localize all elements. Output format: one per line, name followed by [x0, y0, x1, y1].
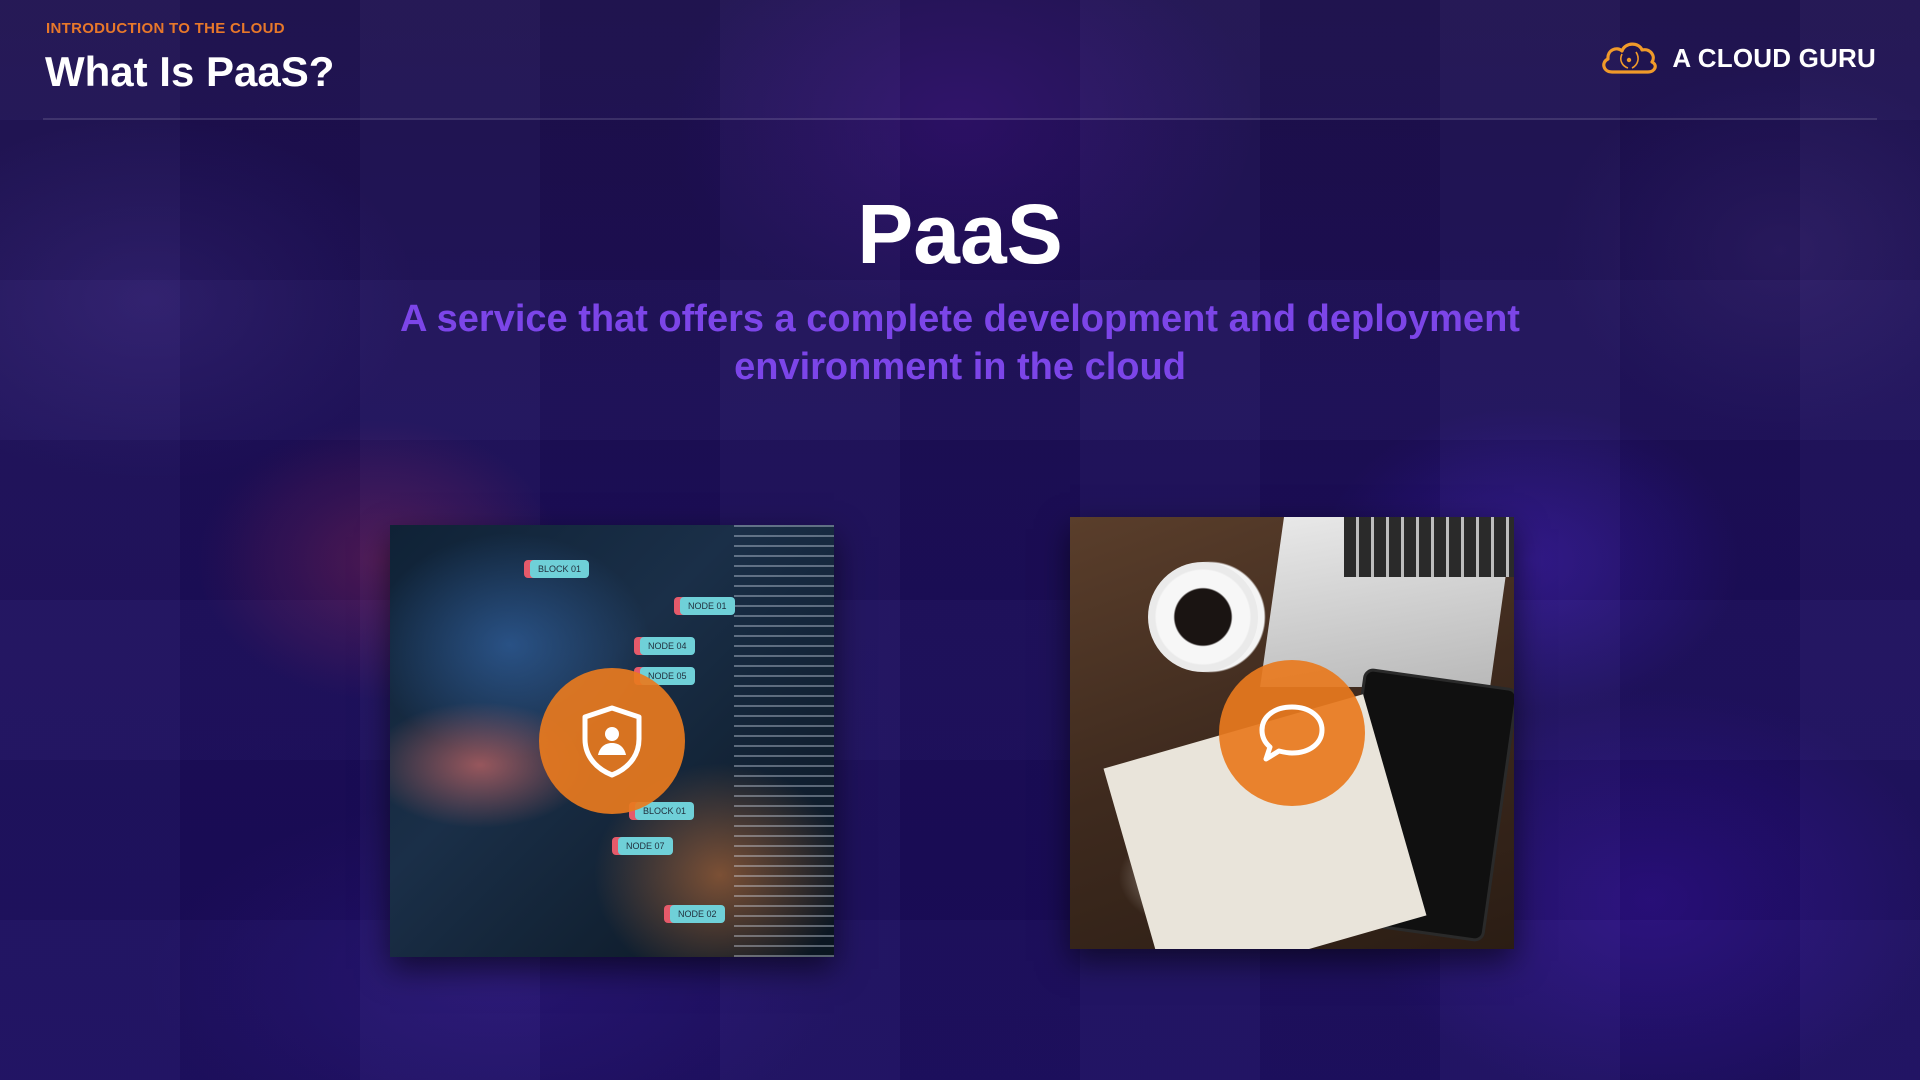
section-label: INTRODUCTION TO THE CLOUD [46, 20, 285, 37]
node-tag: NODE 04 [640, 637, 695, 655]
chat-bubble-icon [1259, 704, 1325, 762]
brand-name: A CLOUD GURU [1672, 42, 1876, 73]
coffee-cup-graphic [1148, 562, 1258, 672]
header-divider [43, 118, 1877, 120]
network-code-image: BLOCK 01 NODE 01 NODE 04 NODE 05 BLOCK 0… [390, 525, 834, 957]
hero-subtitle: A service that offers a complete develop… [400, 298, 1520, 388]
desk-workspace-image [1070, 517, 1514, 949]
node-tag: NODE 01 [680, 597, 735, 615]
brand: A CLOUD GURU [1598, 38, 1876, 78]
page-title: What Is PaaS? [45, 48, 335, 95]
hero-title: PaaS [857, 187, 1063, 281]
background [0, 0, 1920, 1080]
keyboard-graphic [1344, 517, 1514, 577]
shield-badge [539, 668, 685, 814]
cloud-logo-icon [1602, 42, 1658, 74]
shield-user-icon [582, 705, 642, 778]
chat-badge [1219, 660, 1365, 806]
node-tag: NODE 02 [670, 905, 725, 923]
node-tag: BLOCK 01 [530, 560, 590, 578]
code-lines-graphic [734, 525, 834, 957]
node-tag: NODE 07 [618, 837, 673, 855]
